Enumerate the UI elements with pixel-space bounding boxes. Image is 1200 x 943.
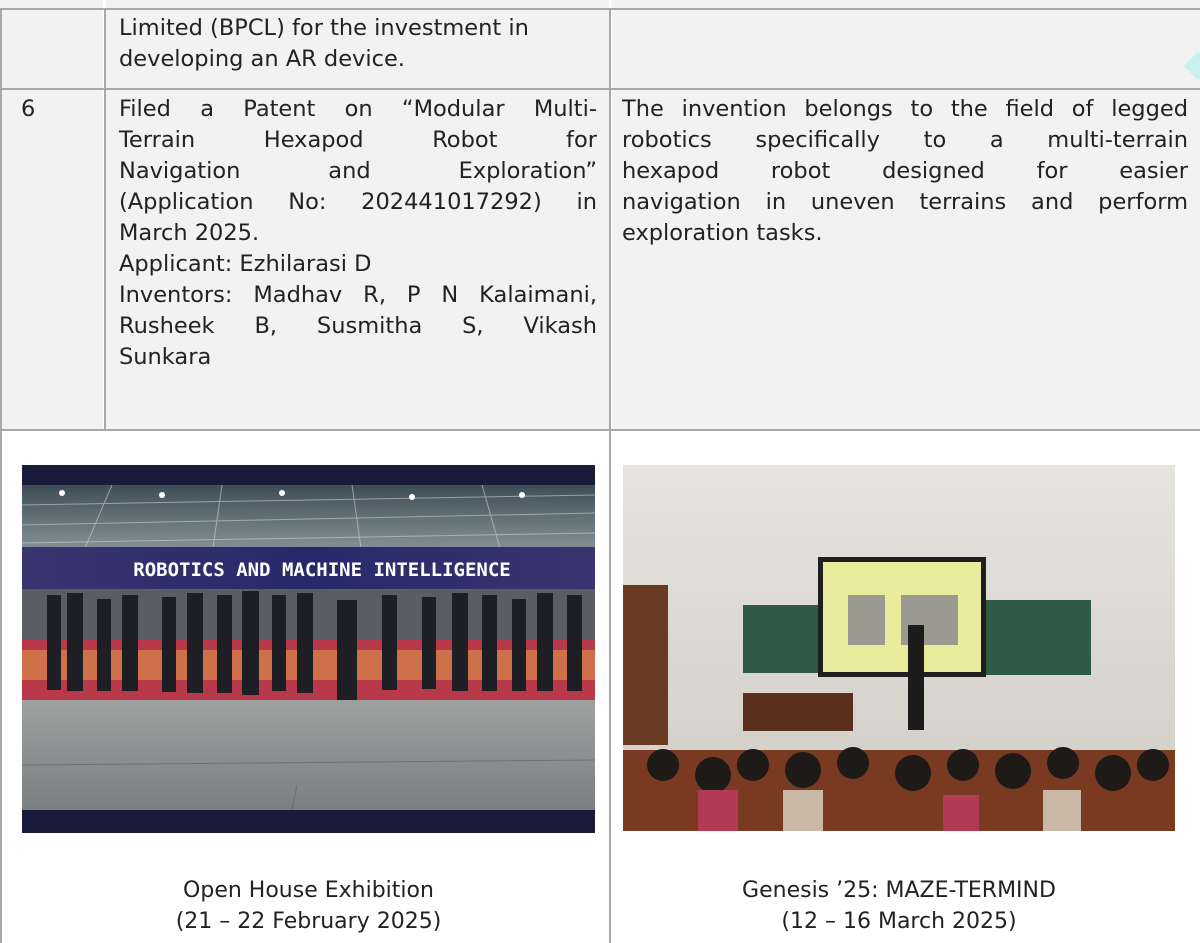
genesis-caption: Genesis ’25: MAZE-TERMIND (12 – 16 March… <box>623 875 1175 937</box>
text-line: (Application No: 202441017292) in <box>119 189 597 215</box>
caption-title: Open House Exhibition <box>183 878 434 903</box>
patent-description: Filed a Patent on “Modular Multi- Terrai… <box>119 94 597 373</box>
caption-title: Genesis ’25: MAZE-TERMIND <box>742 878 1056 903</box>
text-line: Limited (BPCL) for the investment in <box>119 15 529 41</box>
text-line: Inventors: Madhav R, P N Kalaimani, <box>119 282 597 308</box>
text-line: Rusheek B, Susmitha S, Vikash <box>119 313 597 339</box>
row-number: 6 <box>21 96 36 122</box>
text-line: March 2025. <box>119 220 260 246</box>
prev-row-description: Limited (BPCL) for the investment in dev… <box>119 13 597 75</box>
text-line: exploration tasks. <box>622 220 823 246</box>
text-line: robotics specifically to a multi-terrain <box>622 127 1188 153</box>
text-line: The invention belongs to the field of le… <box>622 96 1188 122</box>
open-house-caption: Open House Exhibition (21 – 22 February … <box>22 875 595 937</box>
genesis-photo <box>623 465 1175 831</box>
open-house-photo: ROBOTICS AND MACHINE INTELLIGENCE <box>22 465 595 833</box>
text-line: navigation in uneven terrains and perfor… <box>622 189 1188 215</box>
caption-date: (21 – 22 February 2025) <box>175 909 442 934</box>
table-left-border <box>0 8 2 943</box>
row-divider-prev <box>0 88 1200 90</box>
document-page: Limited (BPCL) for the investment in dev… <box>0 0 1200 943</box>
table-top-border <box>0 8 1200 10</box>
caption-date: (12 – 16 March 2025) <box>781 909 1017 934</box>
row-divider-6 <box>0 429 1200 431</box>
col-divider-description <box>609 8 611 943</box>
text-line: Navigation and Exploration” <box>119 158 597 184</box>
cell-shade-number <box>0 0 103 430</box>
text-line: Sunkara <box>119 344 212 370</box>
text-line: Terrain Hexapod Robot for <box>119 127 597 153</box>
banner-text: ROBOTICS AND MACHINE INTELLIGENCE <box>133 559 511 581</box>
text-line: Applicant: Ezhilarasi D <box>119 251 372 277</box>
text-line: Filed a Patent on “Modular Multi- <box>119 96 597 122</box>
text-line: developing an AR device. <box>119 46 405 72</box>
text-line: hexapod robot designed for easier <box>622 158 1188 184</box>
patent-remarks: The invention belongs to the field of le… <box>622 94 1188 249</box>
col-divider-number <box>104 8 106 431</box>
